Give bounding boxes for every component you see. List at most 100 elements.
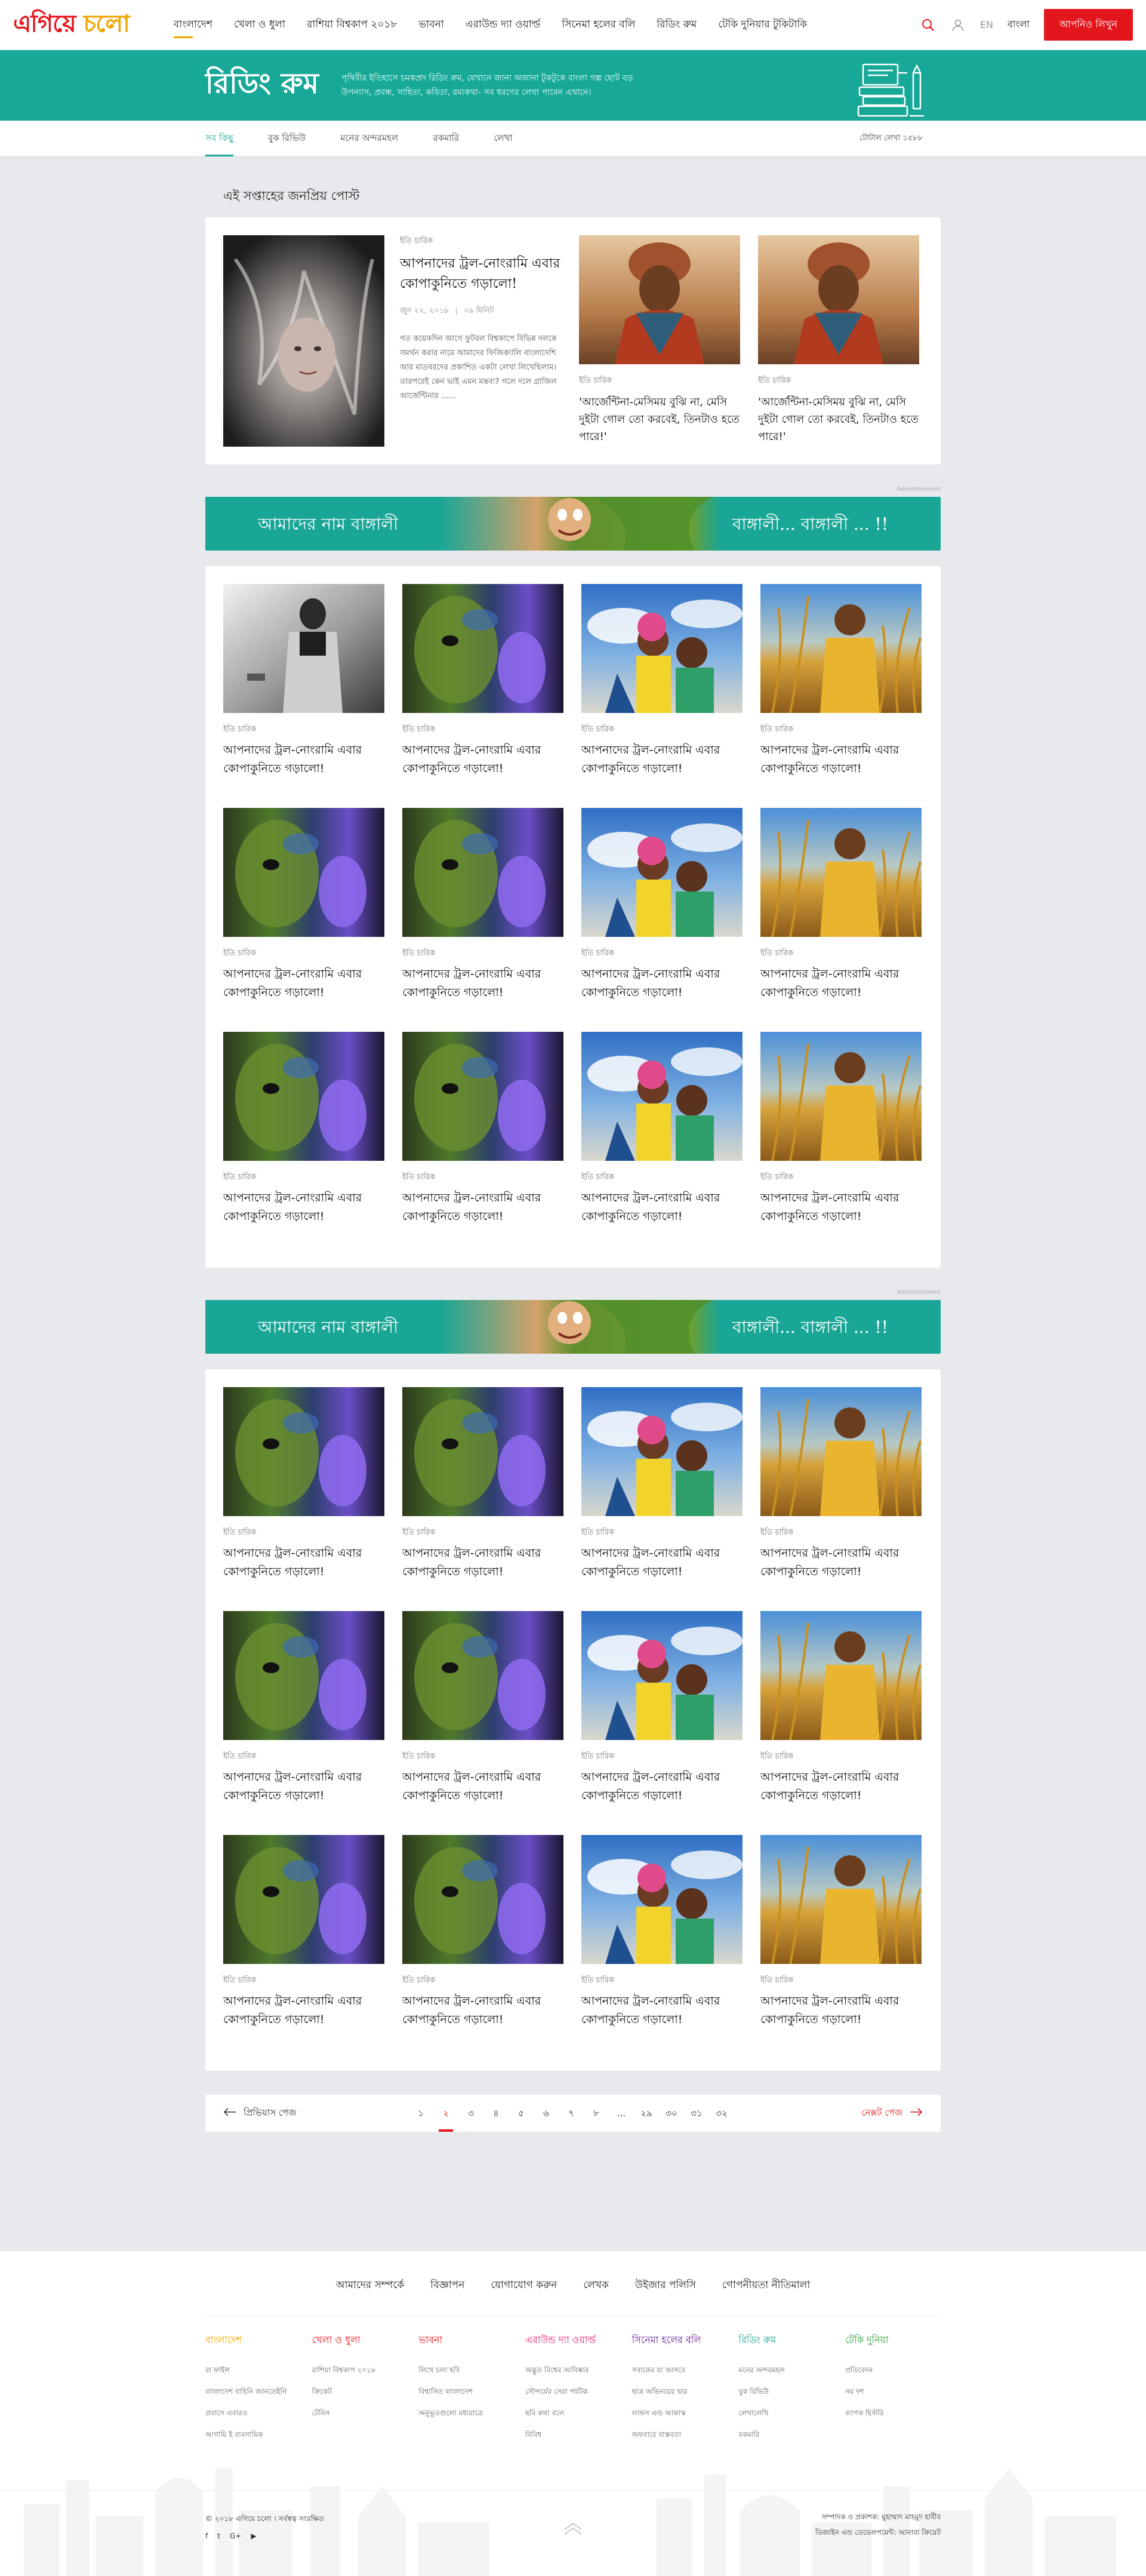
post-title[interactable]: আপনাদের ট্রল-নোংরামি এবার কোপাকুনিতে গড়… bbox=[402, 1189, 563, 1226]
twitter-icon[interactable]: t bbox=[217, 2532, 220, 2540]
post-title[interactable]: আপনাদের ট্রল-নোংরামি এবার কোপাকুনিতে গড়… bbox=[223, 1992, 384, 2029]
post-category[interactable]: ইতি চারিক bbox=[223, 1751, 384, 1763]
post-image[interactable] bbox=[581, 808, 743, 937]
page-number[interactable]: ৩ bbox=[458, 2095, 483, 2132]
post-category[interactable]: ইতি চারিক bbox=[760, 1172, 922, 1184]
footer-column-link[interactable]: আগামি ই ব্যবসায়িক bbox=[205, 2430, 301, 2442]
post-title[interactable]: আপনাদের ট্রল-নোংরামি এবার কোপাকুনিতে গড়… bbox=[223, 1768, 384, 1805]
post-title[interactable]: আপনাদের ট্রল-নোংরামি এবার কোপাকুনিতে গড়… bbox=[760, 741, 922, 778]
post-category[interactable]: ইতি চারিক bbox=[760, 1751, 922, 1763]
post-image[interactable] bbox=[223, 1387, 384, 1516]
post-category[interactable]: ইতি চারিক bbox=[760, 948, 922, 960]
post-title[interactable]: আপনাদের ট্রল-নোংরামি এবার কোপাকুনিতে গড়… bbox=[402, 1992, 563, 2029]
page-number[interactable]: ৩০ bbox=[659, 2095, 684, 2132]
post-title[interactable]: আপনাদের ট্রল-নোংরামি এবার কোপাকুনিতে গড়… bbox=[581, 965, 743, 1002]
post-title[interactable]: আপনাদের ট্রল-নোংরামি এবার কোপাকুনিতে গড়… bbox=[760, 965, 922, 1002]
page-number[interactable]: ৫ bbox=[509, 2095, 534, 2132]
post-image[interactable] bbox=[760, 808, 922, 937]
post-card[interactable]: ইতি চারিক আপনাদের ট্রল-নোংরামি এবার কোপাক… bbox=[402, 584, 563, 808]
post-image[interactable] bbox=[581, 1835, 743, 1964]
post-title[interactable]: আপনাদের ট্রল-নোংরামি এবার কোপাকুনিতে গড়… bbox=[581, 1544, 743, 1581]
post-category[interactable]: ইতি চারিক bbox=[402, 1975, 563, 1987]
post-card[interactable]: ইতি চারিক আপনাদের ট্রল-নোংরামি এবার কোপাক… bbox=[760, 808, 922, 1032]
post-card[interactable]: ইতি চারিক আপনাদের ট্রল-নোংরামি এবার কোপাক… bbox=[760, 1387, 922, 1611]
lang-en[interactable]: EN bbox=[980, 19, 993, 30]
post-image[interactable] bbox=[402, 1611, 563, 1740]
post-category[interactable]: ইতি চারিক bbox=[400, 235, 561, 248]
google-plus-icon[interactable]: G+ bbox=[230, 2532, 241, 2540]
post-category[interactable]: ইতি চারিক bbox=[579, 375, 740, 388]
post-image[interactable] bbox=[402, 584, 563, 713]
nav-item-cinema[interactable]: সিনেমা হলের বলি bbox=[551, 0, 646, 50]
post-image[interactable] bbox=[223, 1611, 384, 1740]
post-card[interactable]: ইতি চারিক আপনাদের ট্রল-নোংরামি এবার কোপাক… bbox=[223, 584, 384, 808]
post-image[interactable] bbox=[760, 1835, 922, 1965]
post-category[interactable]: ইতি চারিক bbox=[223, 1975, 384, 1987]
footer-column-link[interactable]: বিশ্বাসিত বাংলাদেশ bbox=[418, 2387, 514, 2399]
post-card[interactable]: ইতি চারিক আপনাদের ট্রল-নোংরামি এবার কোপাক… bbox=[223, 1611, 384, 1835]
post-card[interactable]: ইতি চারিক আপনাদের ট্রল-নোংরামি এবার কোপাক… bbox=[402, 1611, 563, 1835]
footer-column-link[interactable]: বাংলাদেশ বাহিনি জানতেইনি bbox=[205, 2387, 301, 2399]
post-title[interactable]: আপনাদের ট্রল-নোংরামি এবার কোপাকুনিতে গড়… bbox=[581, 1189, 743, 1226]
post-category[interactable]: ইতি চারিক bbox=[581, 1975, 743, 1987]
post-card[interactable]: ইতি চারিক আপনাদের ট্রল-নোংরামি এবার কোপাক… bbox=[581, 1835, 743, 2059]
footer-column-link[interactable]: অফবারে বাস্তবতা bbox=[632, 2430, 728, 2442]
search-icon[interactable] bbox=[920, 17, 936, 33]
post-image[interactable] bbox=[223, 1835, 384, 1964]
ad-banner[interactable]: আমাদের নাম বাঙ্গালী বাঙ্গালী... বাঙ্গালী… bbox=[205, 497, 941, 551]
footer-column-link[interactable]: প্রবাসে এবারও bbox=[205, 2408, 301, 2420]
user-icon[interactable] bbox=[950, 17, 966, 33]
post-category[interactable]: ইতি চারিক bbox=[223, 724, 384, 736]
footer-column-link[interactable]: রকমারি bbox=[738, 2430, 834, 2442]
post-image[interactable] bbox=[223, 584, 384, 713]
featured-post-title[interactable]: আপনাদের ট্রল-নোংরামি এবার কোপাকুনিতে গড়… bbox=[400, 254, 561, 294]
post-title[interactable]: আপনাদের ট্রল-নোংরামি এবার কোপাকুনিতে গড়… bbox=[402, 965, 563, 1002]
post-category[interactable]: ইতি চারিক bbox=[223, 1172, 384, 1184]
tab-book-review[interactable]: বুক রিভিউ bbox=[268, 121, 306, 156]
footer-column-link[interactable]: লেখালেখি bbox=[738, 2408, 834, 2420]
footer-column-link[interactable]: বিবিধ bbox=[525, 2430, 621, 2442]
post-image[interactable] bbox=[760, 584, 922, 714]
post-title[interactable]: আপনাদের ট্রল-নোংরামি এবার কোপাকুনিতে গড়… bbox=[223, 741, 384, 778]
post-title[interactable]: আপনাদের ট্রল-নোংরামি এবার কোপাকুনিতে গড়… bbox=[223, 1544, 384, 1581]
post-category[interactable]: ইতি চারিক bbox=[581, 1527, 743, 1539]
post-category[interactable]: ইতি চারিক bbox=[760, 724, 922, 736]
post-card[interactable]: ইতি চারিক আপনাদের ট্রল-নোংরামি এবার কোপাক… bbox=[402, 1835, 563, 2059]
footer-column-link[interactable]: ছাত্র অভিনয়ের দ্বার bbox=[632, 2387, 728, 2399]
featured-image[interactable] bbox=[223, 235, 384, 447]
post-card[interactable]: ইতি চারিক আপনাদের ট্রল-নোংরামি এবার কোপাক… bbox=[581, 1032, 743, 1256]
post-image[interactable] bbox=[758, 235, 919, 364]
post-category[interactable]: ইতি চারিক bbox=[402, 1751, 563, 1763]
post-category[interactable]: ইতি চারিক bbox=[402, 724, 563, 736]
page-number[interactable]: ১ bbox=[408, 2095, 433, 2132]
post-card[interactable]: ইতি চারিক আপনাদের ট্রল-নোংরামি এবার কোপাক… bbox=[581, 584, 743, 808]
footer-column-link[interactable]: টেনিস bbox=[312, 2408, 408, 2420]
post-image[interactable] bbox=[579, 235, 740, 364]
footer-column-heading[interactable]: টেকি দুনিয়া bbox=[845, 2332, 941, 2348]
footer-column-link[interactable]: নয় দশ bbox=[845, 2387, 941, 2399]
nav-item-sports[interactable]: খেলা ও ধুলা bbox=[223, 0, 296, 50]
tab-writing[interactable]: লেখা bbox=[494, 121, 512, 156]
post-card[interactable]: ইতি চারিক আপনাদের ট্রল-নোংরামি এবার কোপাক… bbox=[760, 1835, 922, 2059]
post-title[interactable]: আপনাদের ট্রল-নোংরামি এবার কোপাকুনিতে গড়… bbox=[760, 1992, 922, 2029]
footer-column-link[interactable]: সৌন্দর্যের সেরা পর্যটক bbox=[525, 2387, 621, 2399]
youtube-icon[interactable]: ▶ bbox=[251, 2532, 256, 2540]
nav-item-worldcup[interactable]: রাশিয়া বিশ্বকাপ ২০১৮ bbox=[296, 0, 408, 50]
post-image[interactable] bbox=[402, 808, 563, 937]
post-category[interactable]: ইতি চারিক bbox=[760, 1975, 922, 1987]
prev-page-button[interactable]: প্রিভিয়াস পেজ bbox=[223, 2106, 297, 2121]
next-page-button[interactable]: নেক্সট পেজ bbox=[861, 2106, 923, 2121]
tab-inner-mind[interactable]: মনের অন্দরমহল bbox=[340, 121, 398, 156]
nav-item-world[interactable]: এরাউন্ড দ্যা ওয়ার্ল্ড bbox=[455, 0, 552, 50]
post-image[interactable] bbox=[760, 1387, 922, 1517]
post-title[interactable]: আপনাদের ট্রল-নোংরামি এবার কোপাকুনিতে গড়… bbox=[581, 741, 743, 778]
footer-column-link[interactable]: প্রতিবেদন bbox=[845, 2365, 941, 2377]
page-number[interactable]: ৬ bbox=[534, 2095, 559, 2132]
post-card[interactable]: ইতি চারিক আপনাদের ট্রল-নোংরামি এবার কোপাক… bbox=[581, 808, 743, 1032]
post-card[interactable]: ইতি চারিক আপনাদের ট্রল-নোংরামি এবার কোপাক… bbox=[402, 1032, 563, 1256]
post-card[interactable]: ইতি চারিক আপনাদের ট্রল-নোংরামি এবার কোপাক… bbox=[760, 1032, 922, 1256]
post-card[interactable]: ইতি চারিক আপনাদের ট্রল-নোংরামি এবার কোপাক… bbox=[760, 584, 922, 808]
post-category[interactable]: ইতি চারিক bbox=[758, 375, 919, 388]
page-number[interactable]: ৪ bbox=[483, 2095, 509, 2132]
footer-column-link[interactable]: মনের অন্দরমহল bbox=[738, 2365, 834, 2377]
